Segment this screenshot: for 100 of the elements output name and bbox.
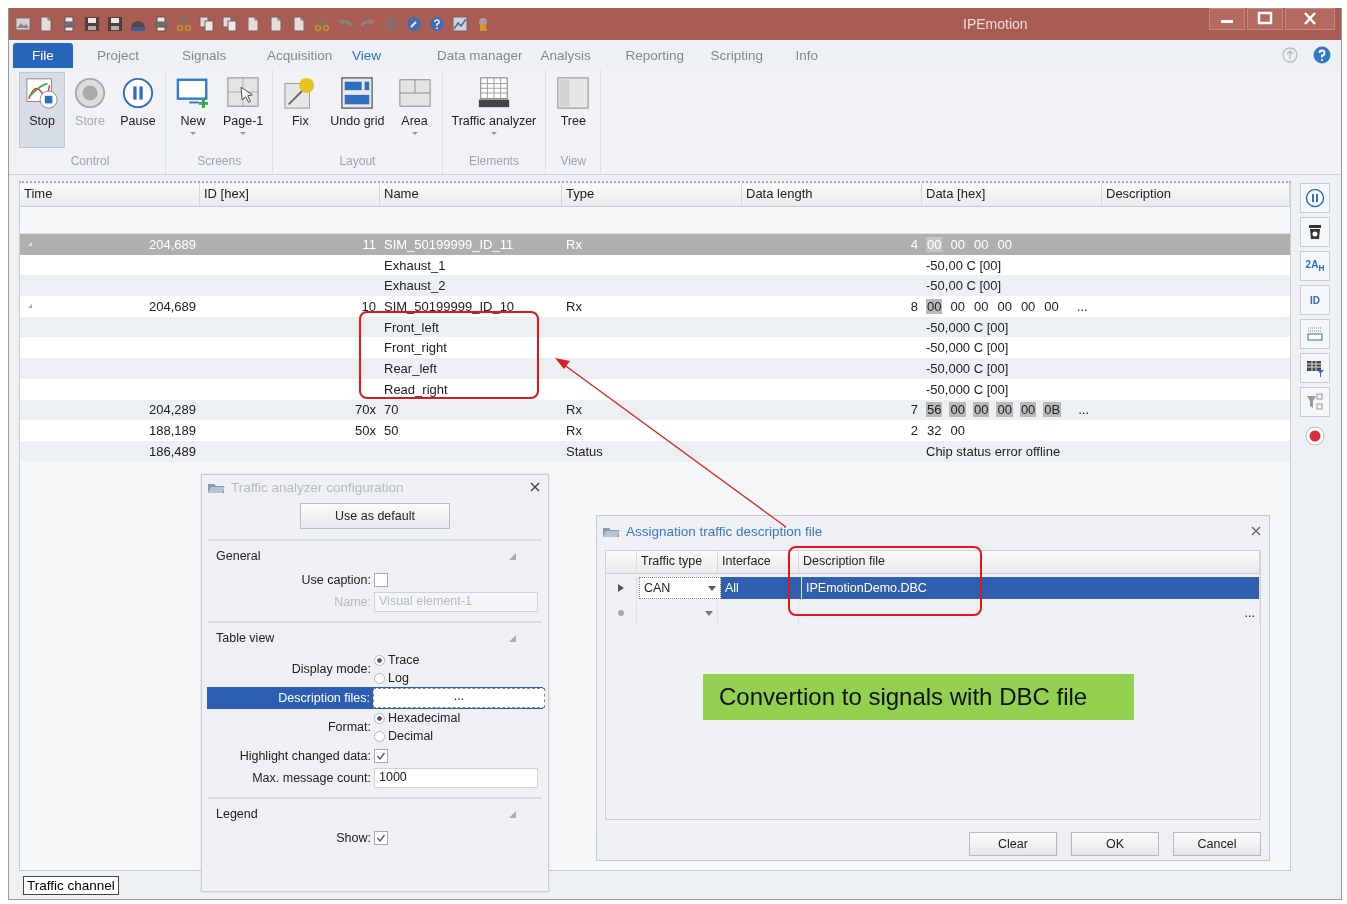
ribbon-button[interactable]: Tree xyxy=(550,72,597,148)
dialog-button[interactable]: Clear xyxy=(969,832,1057,856)
browse-field[interactable]: ... xyxy=(373,688,545,708)
section-title: Table view xyxy=(216,631,275,645)
table-cell: Rx xyxy=(566,236,582,252)
collapse-icon[interactable] xyxy=(509,552,516,560)
ribbon-button[interactable]: Area xyxy=(391,72,438,148)
dialog-button[interactable]: OK xyxy=(1071,832,1159,856)
radio-option[interactable]: Trace xyxy=(374,653,420,667)
data-byte: 00 xyxy=(949,423,966,439)
new-row-icon xyxy=(618,609,624,617)
document-icon[interactable] xyxy=(291,16,307,32)
copy-icon[interactable] xyxy=(222,16,238,32)
data-byte: 00 xyxy=(996,236,1013,252)
wrench-icon[interactable] xyxy=(406,16,422,32)
maximize-button[interactable] xyxy=(1247,8,1283,30)
table-cell: -50,000 C [00] xyxy=(926,340,1009,356)
radio-button[interactable] xyxy=(374,730,385,742)
ribbon-button[interactable]: Fix xyxy=(277,72,324,148)
radio-button[interactable] xyxy=(374,672,385,684)
radio-button[interactable] xyxy=(374,654,385,666)
ribbon-button[interactable]: Pause xyxy=(115,72,161,148)
checkbox[interactable] xyxy=(374,749,388,763)
stop-icon xyxy=(25,76,59,110)
ribbon-button[interactable]: New xyxy=(170,72,216,148)
traffic-channel-tab[interactable]: Traffic channel xyxy=(23,875,119,895)
grid-layout-icon xyxy=(340,76,375,110)
document-icon[interactable] xyxy=(245,16,261,32)
pause-icon[interactable] xyxy=(1300,183,1330,213)
table-cell: 50x xyxy=(355,423,376,439)
trash-icon[interactable] xyxy=(1300,217,1330,247)
page-cursor-icon xyxy=(226,76,261,110)
column-header[interactable]: Name xyxy=(380,183,562,206)
app-icon[interactable] xyxy=(15,16,31,32)
column-header[interactable]: Description xyxy=(1102,183,1290,206)
pause-icon xyxy=(121,76,155,110)
ribbon-button[interactable]: Undo grid xyxy=(325,72,390,148)
data-byte: 00 xyxy=(949,236,966,252)
checkbox[interactable] xyxy=(374,831,388,845)
ribbon-button[interactable]: Traffic analyzer xyxy=(446,72,542,148)
table-cell: 2 xyxy=(910,423,918,439)
chart-icon[interactable] xyxy=(452,16,468,32)
table-cell: 8 xyxy=(910,298,918,314)
table-cell[interactable]: IPEmotionDemo.DBC xyxy=(802,577,1260,599)
table-cell: Front_right xyxy=(384,340,447,356)
ribbon-tab[interactable]: View xyxy=(334,43,419,67)
table-cell: 70 xyxy=(384,402,399,418)
printer-icon[interactable] xyxy=(61,16,77,32)
table-icon xyxy=(476,76,511,110)
side-tool-button[interactable]: ID xyxy=(1300,285,1330,315)
ribbon-button[interactable]: Stop xyxy=(19,72,65,148)
dialog-button[interactable]: Cancel xyxy=(1173,832,1261,856)
ribbon-button[interactable]: Page-1 xyxy=(218,72,269,148)
data-byte: 00 xyxy=(1043,298,1060,314)
close-icon[interactable] xyxy=(1251,526,1261,536)
table-cell: Rx xyxy=(566,402,582,418)
minimize-button[interactable] xyxy=(1209,8,1245,30)
table-filter-icon[interactable] xyxy=(1300,353,1330,383)
radio-option[interactable]: Hexadecimal xyxy=(374,711,461,725)
save-icon[interactable] xyxy=(84,16,100,32)
traffic-type-dropdown[interactable]: CAN xyxy=(639,577,721,599)
column-header[interactable]: Interface xyxy=(718,551,799,573)
field-label: Max. message count: xyxy=(251,771,372,785)
group-label: Screens xyxy=(197,154,242,168)
document-icon[interactable] xyxy=(268,16,284,32)
column-header[interactable]: Description file xyxy=(799,551,1260,573)
column-header[interactable]: ID [hex] xyxy=(200,183,380,206)
input-field[interactable]: 1000 xyxy=(374,768,538,788)
side-tool-button[interactable]: 2A$_{H}$ xyxy=(1300,251,1330,281)
column-header[interactable]: Type xyxy=(562,183,742,206)
help-icon[interactable] xyxy=(1313,46,1331,64)
collapse-icon[interactable] xyxy=(509,634,516,642)
collapse-icon[interactable] xyxy=(509,810,516,818)
field-label: Description files: xyxy=(277,691,371,705)
field-label: Highlight changed data: xyxy=(238,749,372,763)
expand-toggle[interactable] xyxy=(28,304,32,309)
column-header[interactable]: Time xyxy=(20,183,200,206)
help-icon[interactable] xyxy=(429,16,445,32)
radio-option[interactable]: Decimal xyxy=(374,729,461,743)
table-cell: Exhaust_2 xyxy=(384,278,446,294)
close-button[interactable] xyxy=(1285,8,1335,30)
use-as-default-button[interactable]: Use as default xyxy=(300,503,450,529)
radio-button[interactable] xyxy=(374,712,385,724)
document-icon[interactable] xyxy=(38,16,54,32)
column-header[interactable]: Data length xyxy=(742,183,922,206)
printer-icon[interactable] xyxy=(153,16,169,32)
save-icon[interactable] xyxy=(107,16,123,32)
table-cell: -50,000 C [00] xyxy=(926,319,1009,335)
column-header[interactable]: Traffic type xyxy=(637,551,718,573)
copy-icon[interactable] xyxy=(199,16,215,32)
group-label: View xyxy=(560,154,587,168)
checkbox[interactable] xyxy=(374,573,388,587)
browse-button[interactable]: ... xyxy=(1244,606,1255,620)
radio-option[interactable]: Log xyxy=(374,671,420,685)
caret-icon xyxy=(708,585,716,591)
column-header[interactable]: Data [hex] xyxy=(922,183,1102,206)
table-cell[interactable]: All xyxy=(721,577,802,599)
ribbon-tab[interactable]: File xyxy=(13,42,73,68)
field-label: Use caption: xyxy=(300,573,372,587)
close-icon[interactable] xyxy=(530,482,540,492)
